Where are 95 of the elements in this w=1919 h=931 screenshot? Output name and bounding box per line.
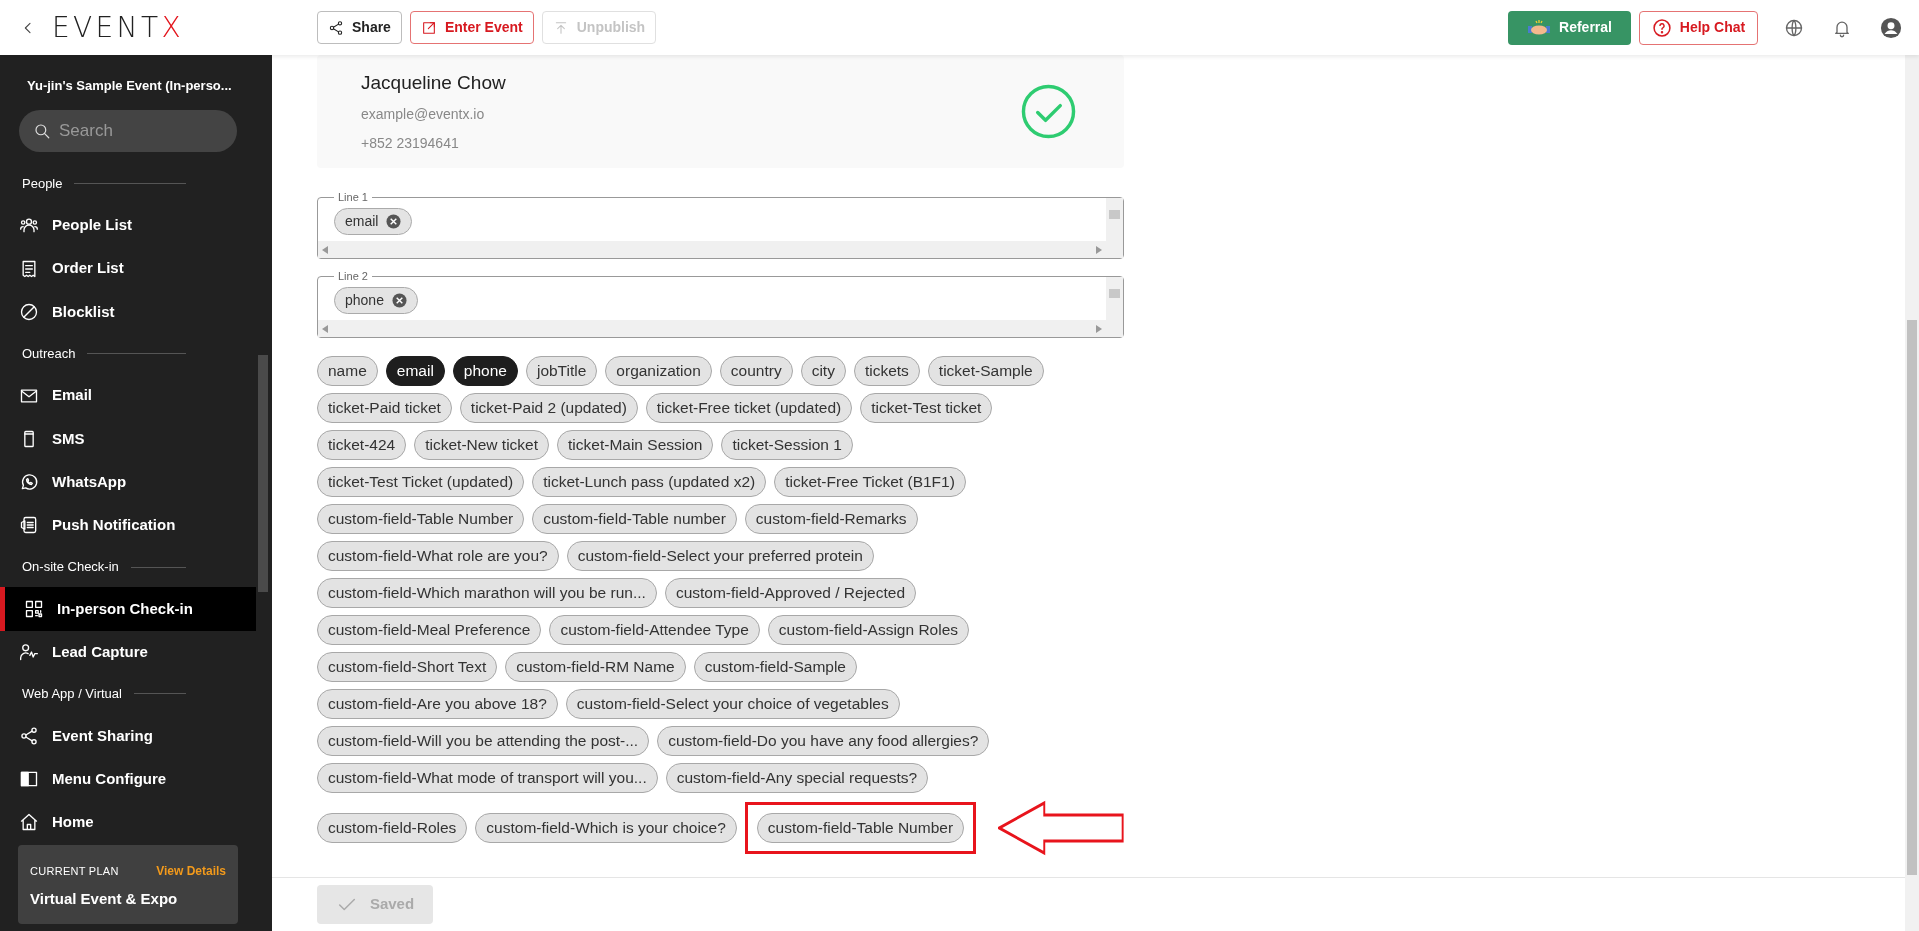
event-title: Yu-jin's Sample Event (In-perso... <box>26 77 233 95</box>
help-chat-button[interactable]: Help Chat <box>1639 10 1758 45</box>
home-icon <box>19 812 39 833</box>
nav-item[interactable]: Lead Capture <box>0 630 256 674</box>
enter-event-button[interactable]: Enter Event <box>409 11 534 44</box>
nav-item[interactable]: In-person Check-in <box>0 587 256 631</box>
field-chip[interactable]: ticket-Free ticket (updated) <box>645 393 853 423</box>
attendee-email: example@eventx.io <box>361 104 486 124</box>
tag-chip: phone <box>334 287 418 314</box>
field-chip[interactable]: custom-field-Table number <box>532 504 737 534</box>
field-chip[interactable]: ticket-Free Ticket (B1F1) <box>774 467 966 497</box>
field-chip[interactable]: custom-field-Which is your choice? <box>475 813 737 843</box>
field-chip[interactable]: custom-field-Do you have any food allergies? <box>657 726 990 756</box>
person-activity-icon <box>19 642 39 663</box>
share-icon <box>19 725 39 746</box>
remove-icon[interactable] <box>391 293 407 308</box>
field-chip[interactable]: ticket-Paid ticket <box>317 393 452 423</box>
field-chip[interactable]: custom-field-What mode of transport will you... <box>317 763 658 793</box>
field-chip[interactable]: ticket-Main Session <box>557 430 714 460</box>
share-button[interactable]: Share <box>317 11 402 44</box>
nav-item[interactable]: Blocklist <box>0 290 256 334</box>
nav-item[interactable]: Push Notification <box>0 503 256 547</box>
field-chip[interactable]: custom-field-Will you be attending the post-... <box>317 726 650 756</box>
field-chip[interactable]: country <box>719 356 793 386</box>
search-field[interactable]: Search <box>19 109 237 152</box>
field-chip[interactable]: custom-field-Table Number <box>756 813 965 843</box>
nav-item[interactable]: Email <box>0 373 256 418</box>
field-chip[interactable]: custom-field-Any special requests? <box>665 763 929 793</box>
field-chip[interactable]: ticket-Test Ticket (updated) <box>317 467 525 497</box>
field-chip[interactable]: custom-field-Approved / Rejected <box>664 578 917 608</box>
plan-label: CURRENT PLAN <box>30 863 119 879</box>
logo: EVENTX <box>52 9 184 46</box>
field-chip[interactable]: name <box>317 356 378 386</box>
field-chip[interactable]: custom-field-Select your choice of vegetables <box>565 689 900 719</box>
block-icon <box>19 301 39 322</box>
scroll-left-icon[interactable] <box>322 324 328 333</box>
field-chip[interactable]: ticket-424 <box>317 430 407 460</box>
field-chip[interactable]: ticket-Session 1 <box>721 430 853 460</box>
attendee-name: Jacqueline Chow <box>361 71 506 96</box>
field-chip[interactable]: custom-field-Are you above 18? <box>317 689 558 719</box>
external-link-icon <box>420 19 437 36</box>
field-chip[interactable]: ticket-Sample <box>927 356 1044 386</box>
field-chip[interactable]: custom-field-Which marathon will you be run... <box>317 578 657 608</box>
nav-item[interactable]: Menu Configure <box>0 757 256 801</box>
field-chip[interactable]: jobTitle <box>525 356 598 386</box>
remove-icon[interactable] <box>386 214 402 229</box>
nav-item[interactable]: SMS <box>0 417 256 461</box>
field-chip[interactable]: ticket-New ticket <box>414 430 550 460</box>
nav-item[interactable]: Home <box>0 800 256 844</box>
field-chip[interactable]: organization <box>605 356 712 386</box>
globe-icon <box>1784 17 1804 38</box>
field-chip[interactable]: custom-field-Table Number <box>317 504 525 534</box>
nav-item[interactable]: Event Sharing <box>0 714 256 758</box>
field-chip[interactable]: custom-field-RM Name <box>505 652 686 682</box>
view-details-link[interactable]: View Details <box>156 862 226 880</box>
scroll-right-icon[interactable] <box>1096 245 1102 254</box>
field-chip[interactable]: custom-field-What role are you? <box>317 541 559 571</box>
nav-item[interactable]: People List <box>0 203 256 248</box>
qr-code-icon <box>24 598 44 619</box>
field-chip[interactable]: custom-field-Roles <box>317 813 468 843</box>
attendee-phone: +852 23194641 <box>361 133 460 153</box>
field-chip[interactable]: custom-field-Assign Roles <box>767 615 970 645</box>
field-chip[interactable]: custom-field-Remarks <box>744 504 918 534</box>
field-chip[interactable]: custom-field-Short Text <box>317 652 498 682</box>
field-chip[interactable]: ticket-Lunch pass (updated x2) <box>532 467 767 497</box>
avatar-icon[interactable] <box>1880 16 1902 39</box>
notification-icon <box>19 515 39 536</box>
field-chip[interactable]: city <box>800 356 846 386</box>
section-heading: People <box>22 174 63 193</box>
section-heading: Outreach <box>22 345 76 363</box>
vertical-scrollbar <box>1106 198 1123 258</box>
share-icon <box>328 19 344 36</box>
field-chip[interactable]: ticket-Test ticket <box>860 393 993 423</box>
help-icon <box>1651 17 1672 38</box>
vertical-scrollbar <box>1106 277 1123 337</box>
section-heading: On-site Check-in <box>22 558 119 577</box>
field-chip[interactable]: custom-field-Select your preferred protein <box>566 541 874 571</box>
scrollbar[interactable] <box>1907 320 1917 875</box>
nav-item[interactable]: WhatsApp <box>0 460 256 504</box>
plan-name: Virtual Event & Expo <box>30 889 179 909</box>
tag-chip: email <box>334 208 413 235</box>
referral-button[interactable]: Referral <box>1508 10 1631 45</box>
field-chip[interactable]: phone <box>452 356 518 386</box>
scrollbar[interactable] <box>258 355 268 592</box>
field-chip[interactable]: email <box>385 356 445 386</box>
section-heading: Web App / Virtual <box>22 685 122 704</box>
field-chip[interactable]: tickets <box>853 356 920 386</box>
field-chip[interactable]: ticket-Paid 2 (updated) <box>459 393 638 423</box>
chat-icon <box>19 472 39 493</box>
field-chip[interactable]: custom-field-Sample <box>693 652 857 682</box>
scroll-right-icon[interactable] <box>1096 324 1102 333</box>
field-chip[interactable]: custom-field-Meal Preference <box>317 615 542 645</box>
scroll-left-icon[interactable] <box>322 245 328 254</box>
nav-item[interactable]: Order List <box>0 247 256 291</box>
field-chip[interactable]: custom-field-Attendee Type <box>549 615 760 645</box>
